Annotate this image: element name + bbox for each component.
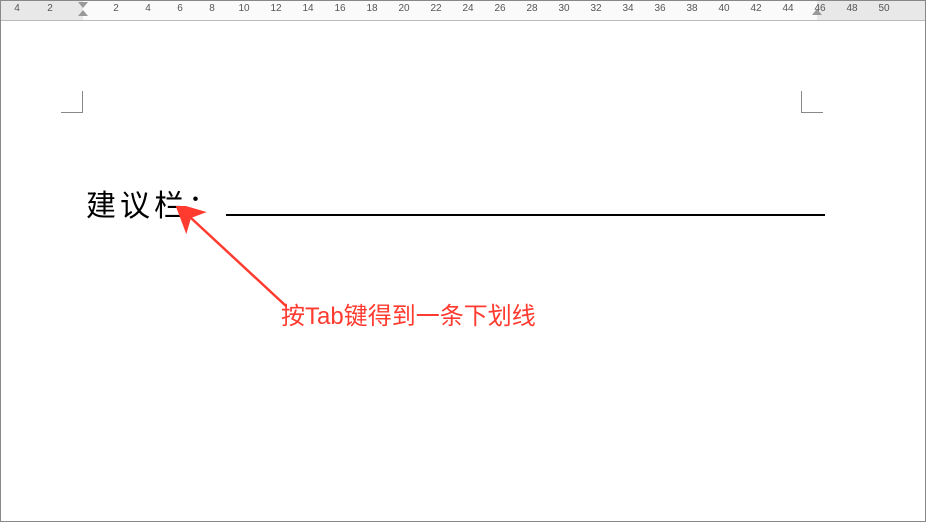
- ruler-tick: 44: [782, 3, 793, 14]
- margin-corner-top-right: [801, 91, 823, 113]
- ruler-tick: 6: [177, 3, 183, 14]
- right-indent-marker[interactable]: [812, 9, 822, 15]
- ruler-tick: 18: [366, 3, 377, 14]
- margin-corner-top-left: [61, 91, 83, 113]
- ruler-tick: 40: [718, 3, 729, 14]
- ruler-tick: 4: [145, 3, 151, 14]
- ruler-tick: 36: [654, 3, 665, 14]
- ruler-tick: 8: [209, 3, 215, 14]
- ruler-tick: 38: [686, 3, 697, 14]
- ruler-tick: 34: [622, 3, 633, 14]
- ruler-tick: 16: [334, 3, 345, 14]
- horizontal-ruler[interactable]: 4 2 2 4 6 8 10 12 14 16 18 20 22 24 26 2…: [1, 1, 925, 21]
- ruler-tick: 14: [302, 3, 313, 14]
- field-label: 建议栏：: [86, 181, 222, 225]
- ruler-tick: 42: [750, 3, 761, 14]
- ruler-tick: 22: [430, 3, 441, 14]
- annotation-text: 按Tab键得到一条下划线: [281, 296, 536, 331]
- ruler-tick: 26: [494, 3, 505, 14]
- document-page[interactable]: 建议栏： 按Tab键得到一条下划线: [1, 21, 925, 521]
- ruler-tick: 2: [47, 3, 53, 14]
- tab-underline[interactable]: [226, 183, 825, 216]
- document-line[interactable]: 建议栏：: [86, 181, 825, 225]
- ruler-tick: 50: [878, 3, 889, 14]
- ruler-tick: 10: [238, 3, 249, 14]
- ruler-tick: 30: [558, 3, 569, 14]
- ruler-tick: 28: [526, 3, 537, 14]
- ruler-tick: 12: [270, 3, 281, 14]
- ruler-tick: 24: [462, 3, 473, 14]
- ruler-tick: 4: [14, 3, 20, 14]
- ruler-tick: 2: [113, 3, 119, 14]
- left-indent-marker[interactable]: [78, 2, 88, 18]
- ruler-tick: 32: [590, 3, 601, 14]
- ruler-tick: 20: [398, 3, 409, 14]
- ruler-tick: 48: [846, 3, 857, 14]
